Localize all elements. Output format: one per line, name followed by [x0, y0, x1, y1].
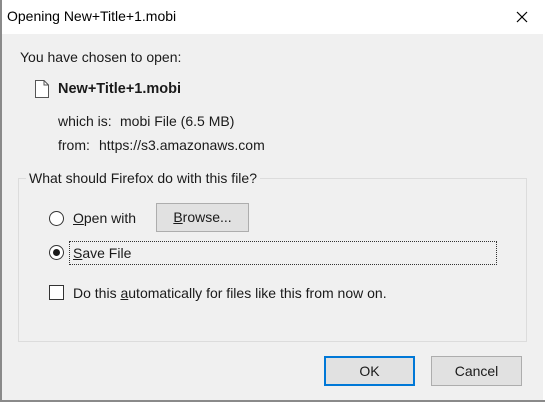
open-with-label[interactable]: Open with [73, 210, 136, 226]
dialog-title: Opening New+Title+1.mobi [7, 8, 177, 24]
file-name: New+Title+1.mobi [58, 81, 182, 97]
title-bar[interactable]: Opening New+Title+1.mobi [2, 0, 545, 34]
save-file-focus-outline [69, 241, 497, 265]
dialog-body: You have chosen to open: New+Title+1.mob… [2, 34, 543, 400]
close-icon [516, 11, 528, 23]
which-is-label: which is: [58, 113, 112, 129]
cancel-button[interactable]: Cancel [431, 356, 522, 386]
auto-action-label[interactable]: Do this automatically for files like thi… [73, 285, 387, 301]
action-group-legend: What should Firefox do with this file? [26, 170, 260, 186]
open-with-radio[interactable] [49, 211, 64, 226]
ok-button[interactable]: OK [324, 356, 415, 386]
from-label: from: [58, 137, 90, 153]
save-file-label[interactable]: Save File [73, 245, 131, 261]
intro-text: You have chosen to open: [20, 49, 182, 65]
auto-action-checkbox[interactable] [49, 285, 64, 300]
file-type-value: mobi File (6.5 MB) [120, 113, 235, 129]
source-url-value: https://s3.amazonaws.com [99, 137, 265, 153]
browse-button[interactable]: Browse... [156, 203, 249, 232]
document-icon [35, 80, 49, 103]
save-file-radio[interactable] [49, 245, 64, 260]
close-button[interactable] [511, 6, 533, 28]
